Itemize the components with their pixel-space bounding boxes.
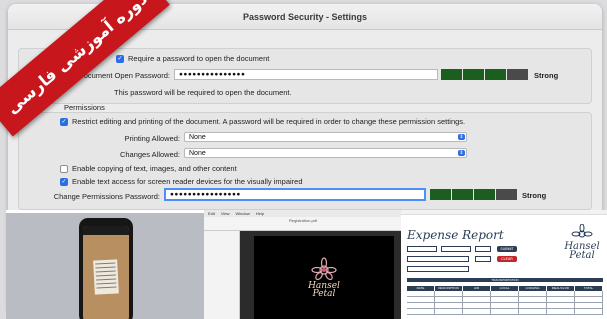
report-toolbar	[401, 210, 607, 215]
change-permissions-field[interactable]: ●●●●●●●●●●●●●●●●	[164, 188, 426, 201]
strength-segment	[507, 69, 528, 80]
expense-report-thumbnail: Expense Report SUBMIT CLEAR TRANSPORTATI…	[401, 210, 607, 319]
brand-wordmark: Hansel Petal	[308, 281, 340, 299]
permissions-header: Permissions	[64, 103, 105, 112]
strength-segment	[485, 69, 506, 80]
strength-segment	[463, 69, 484, 80]
table-row	[407, 309, 603, 315]
restrict-editing-checkbox[interactable]	[60, 117, 68, 126]
menu-item: Window	[235, 211, 250, 216]
chevron-updown-icon: ⇕	[458, 134, 465, 140]
screen-reader-label: Enable text access for screen reader dev…	[72, 177, 303, 186]
pdf-menubar: Edit View Window Help	[204, 210, 402, 217]
clear-button[interactable]: CLEAR	[497, 256, 517, 262]
dialog-title: Password Security - Settings	[242, 11, 368, 22]
open-password-field[interactable]: ●●●●●●●●●●●●●●●	[174, 69, 438, 80]
report-field	[407, 266, 469, 272]
pdf-sidebar	[204, 231, 240, 319]
printing-allowed-select[interactable]: None ⇕	[184, 132, 467, 142]
phone-scan-thumbnail	[6, 210, 205, 319]
phone-screen	[83, 226, 129, 319]
changes-allowed-select[interactable]: None ⇕	[184, 148, 467, 158]
changes-allowed-value: None	[189, 149, 206, 157]
report-field	[441, 246, 471, 252]
open-password-note: This password will be required to open t…	[114, 88, 292, 97]
change-password-strength-meter	[430, 189, 517, 200]
change-strength-label: Strong	[522, 191, 547, 200]
require-open-password-label: Require a password to open the document	[128, 54, 270, 63]
changes-allowed-label: Changes Allowed:	[119, 150, 180, 159]
open-strength-label: Strong	[534, 71, 559, 80]
report-field	[475, 246, 491, 252]
menu-item: Help	[255, 211, 264, 216]
menu-item: Edit	[208, 211, 215, 216]
restrict-editing-row[interactable]: Restrict editing and printing of the doc…	[60, 117, 465, 126]
strength-segment	[441, 69, 462, 80]
submit-button[interactable]: SUBMIT	[497, 246, 517, 252]
require-open-password-row[interactable]: Require a password to open the document	[116, 54, 269, 63]
report-field	[475, 256, 491, 262]
report-title: Expense Report	[407, 228, 504, 242]
change-permissions-label: Change Permissions Password:	[53, 192, 160, 201]
strength-segment	[496, 189, 517, 200]
enable-copying-row[interactable]: Enable copying of text, images, and othe…	[60, 164, 237, 173]
receipt-image	[93, 259, 119, 295]
require-open-password-checkbox[interactable]	[116, 54, 124, 63]
menu-item: View	[220, 211, 230, 216]
chevron-updown-icon: ⇕	[458, 150, 465, 156]
enable-copying-checkbox[interactable]	[60, 164, 68, 173]
restrict-editing-label: Restrict editing and printing of the doc…	[72, 117, 466, 126]
printing-allowed-value: None	[189, 133, 206, 141]
pdf-page: Hansel Petal	[254, 236, 394, 319]
report-field	[407, 256, 469, 262]
printing-allowed-label: Printing Allowed:	[124, 134, 180, 143]
strength-segment	[430, 189, 451, 200]
enable-copying-label: Enable copying of text, images, and othe…	[72, 164, 237, 173]
phone-status-bar	[83, 226, 129, 235]
expense-table: DATE DESCRIPTION AIR LOCAL LODGING MEALS…	[407, 286, 603, 319]
strength-segment	[452, 189, 473, 200]
report-brand-logo: Hansel Petal	[561, 223, 603, 274]
pdf-doc-title: Registration.pdf	[288, 218, 317, 223]
strength-segment	[474, 189, 495, 200]
screen-reader-row[interactable]: Enable text access for screen reader dev…	[60, 177, 303, 186]
report-field	[407, 246, 437, 252]
pdf-toolbar: Registration.pdf	[204, 217, 402, 231]
brand-wordmark: Hansel Petal	[564, 241, 600, 261]
transportation-bar: TRANSPORTATION	[407, 278, 603, 282]
phone-image	[79, 218, 133, 319]
pdf-editor-thumbnail: Edit View Window Help Registration.pdf H…	[204, 210, 402, 319]
screen-reader-checkbox[interactable]	[60, 177, 68, 186]
open-password-strength-meter	[441, 69, 528, 80]
